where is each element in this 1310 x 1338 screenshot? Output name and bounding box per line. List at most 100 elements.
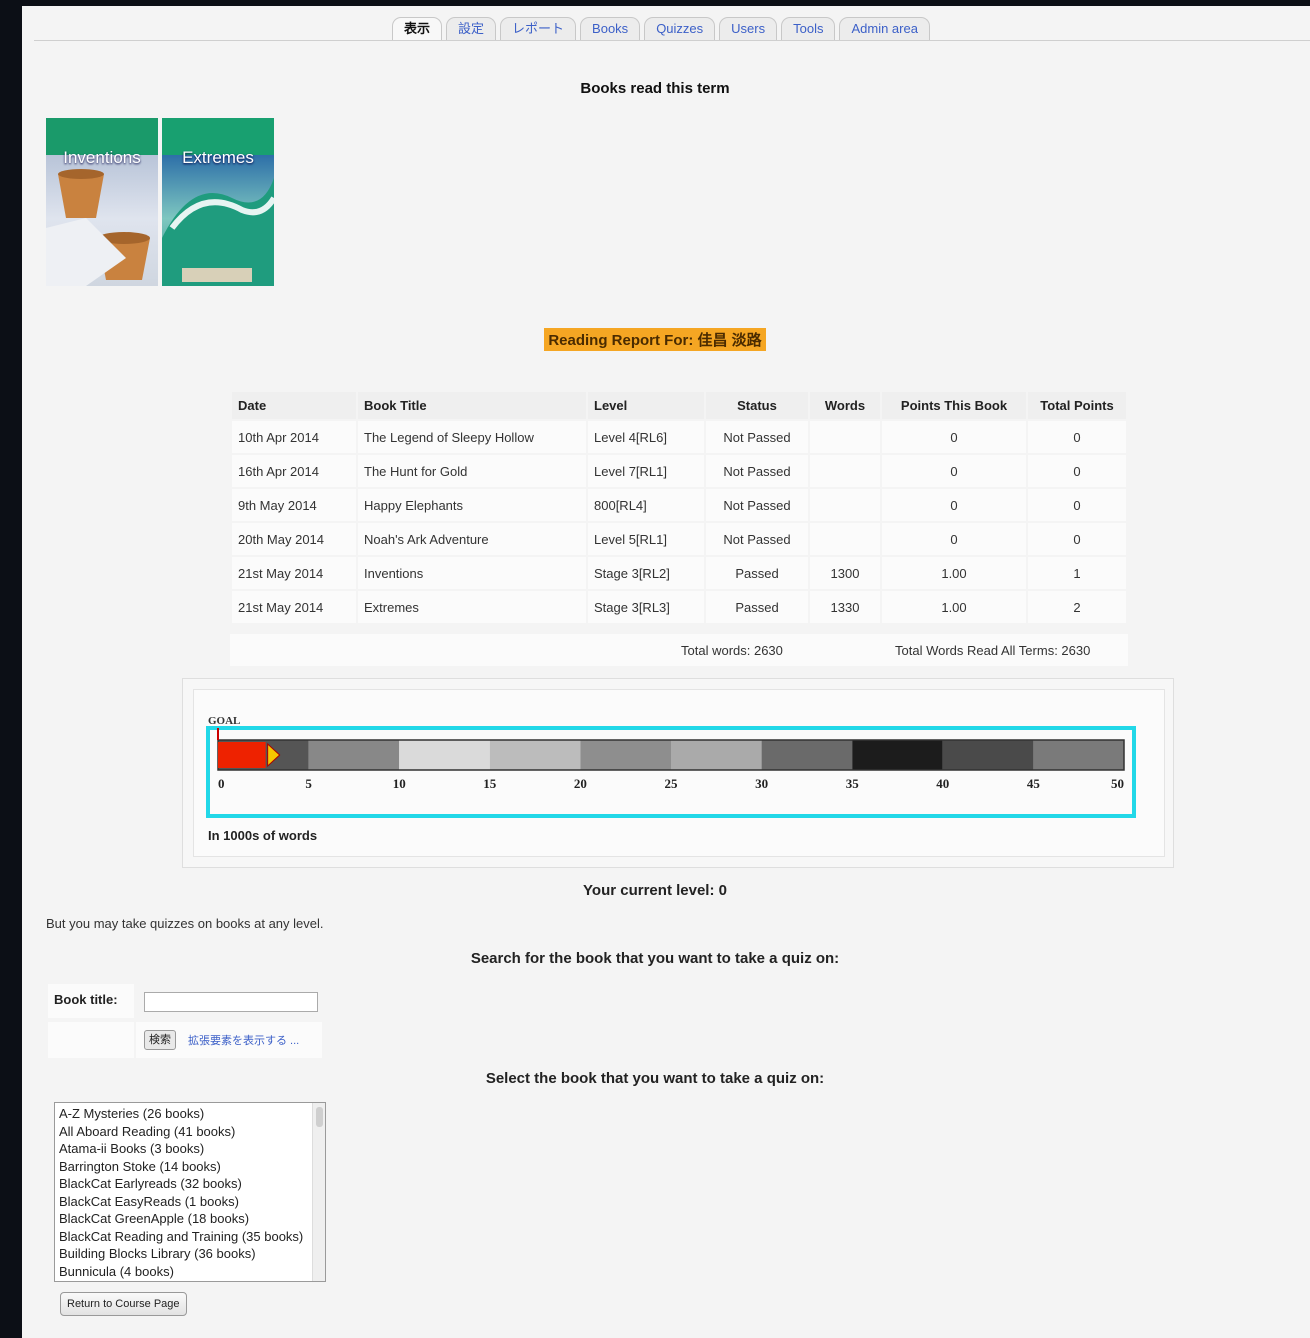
table-cell <box>810 489 880 521</box>
table-cell: 1300 <box>810 557 880 589</box>
cover-title: Extremes <box>182 148 254 167</box>
col-date: Date <box>232 392 356 419</box>
table-cell: Stage 3[RL3] <box>588 591 704 623</box>
totals-row: Total words: 2630 Total Words Read All T… <box>230 634 1128 666</box>
table-cell: Not Passed <box>706 523 808 555</box>
table-cell: Not Passed <box>706 421 808 453</box>
total-words: Total words: 2630 <box>681 643 783 658</box>
table-row: 21st May 2014 Extremes Stage 3[RL3] Passed 1… <box>232 591 1126 623</box>
search-heading: Search for the book that you want to tak… <box>470 950 840 967</box>
search-button[interactable]: 検索 <box>144 1030 176 1050</box>
table-row: 20th May 2014 Noah's Ark Adventure Level 5… <box>232 523 1126 555</box>
table-cell: Not Passed <box>706 455 808 487</box>
list-item[interactable]: All Aboard Reading (41 books) <box>59 1123 321 1141</box>
reading-report-table: Date Book Title Level Status Words Point… <box>230 390 1128 625</box>
table-cell: 21st May 2014 <box>232 591 356 623</box>
list-item[interactable]: BlackCat Earlyreads (32 books) <box>59 1175 321 1193</box>
table-cell: 0 <box>882 421 1026 453</box>
tab-divider <box>34 40 1310 41</box>
progress-segment <box>942 740 1034 770</box>
tick-label: 25 <box>665 776 679 791</box>
list-item[interactable]: Barrington Stoke (14 books) <box>59 1158 321 1176</box>
table-cell: Level 7[RL1] <box>588 455 704 487</box>
progress-segment <box>580 740 671 770</box>
words-progress-bar: GOAL 0 5 10 15 20 25 30 35 40 45 50 <box>206 715 1136 818</box>
table-cell: Stage 3[RL2] <box>588 557 704 589</box>
col-words: Words <box>810 392 880 419</box>
table-cell: 16th Apr 2014 <box>232 455 356 487</box>
table-cell: 1330 <box>810 591 880 623</box>
table-cell: 20th May 2014 <box>232 523 356 555</box>
book-cover-extremes[interactable]: Extremes <box>162 118 274 286</box>
flower-pot-image <box>46 169 150 286</box>
select-heading: Select the book that you want to take a … <box>485 1070 825 1087</box>
list-item[interactable]: BlackCat GreenApple (18 books) <box>59 1210 321 1228</box>
progress-unit-label: In 1000s of words <box>208 828 318 843</box>
progress-chart-panel: GOAL 0 5 10 15 20 25 30 35 40 45 50 In 1000s of wor… <box>182 678 1174 868</box>
tab-settings[interactable]: 設定 <box>446 17 497 40</box>
return-to-course-button[interactable]: Return to Course Page <box>60 1292 187 1316</box>
table-header-row: Date Book Title Level Status Words Point… <box>232 392 1126 419</box>
table-cell: 1.00 <box>882 591 1026 623</box>
list-item[interactable]: BlackCat Reading and Training (35 books) <box>59 1228 321 1246</box>
progress-segment <box>761 740 853 770</box>
table-row: 16th Apr 2014 The Hunt for Gold Level 7[RL… <box>232 455 1126 487</box>
tick-label: 10 <box>393 776 406 791</box>
tab-books[interactable]: Books <box>580 17 641 40</box>
list-item[interactable]: A-Z Mysteries (26 books) <box>59 1105 321 1123</box>
tick-label: 35 <box>846 776 860 791</box>
table-cell: Noah's Ark Adventure <box>358 523 586 555</box>
table-cell: Happy Elephants <box>358 489 586 521</box>
table-cell: 0 <box>882 523 1026 555</box>
table-cell <box>810 523 880 555</box>
table-cell: 0 <box>1028 421 1126 453</box>
table-row: 10th Apr 2014 The Legend of Sleepy Hollow… <box>232 421 1126 453</box>
tab-tools[interactable]: Tools <box>781 17 836 40</box>
book-cover-inventions[interactable]: Inventions <box>46 118 158 286</box>
book-search-form: Book title: 検索 拡張要素を表示する ... <box>48 984 322 1060</box>
tab-quizzes[interactable]: Quizzes <box>644 17 716 40</box>
tick-label: 40 <box>936 776 949 791</box>
form-spacer <box>48 1022 134 1058</box>
tick-label: 45 <box>1027 776 1041 791</box>
report-heading: Reading Report For: 佳昌 淡路 <box>544 328 766 351</box>
table-cell: Not Passed <box>706 489 808 521</box>
table-cell: 0 <box>1028 489 1126 521</box>
list-item[interactable]: BlackCat EasyReads (1 books) <box>59 1193 321 1211</box>
book-title-input[interactable] <box>144 992 318 1012</box>
table-cell: The Hunt for Gold <box>358 455 586 487</box>
tab-bar: 表示 設定 レポート Books Quizzes Users Tools Adm… <box>392 14 930 40</box>
level-note: But you may take quizzes on books at any… <box>46 916 324 931</box>
col-level: Level <box>588 392 704 419</box>
table-cell: 21st May 2014 <box>232 557 356 589</box>
listbox-scrollbar[interactable] <box>312 1103 325 1281</box>
books-read-title: Books read this term <box>580 80 730 97</box>
progress-segment <box>1033 740 1124 770</box>
table-cell: 800[RL4] <box>588 489 704 521</box>
goal-label: GOAL <box>208 715 240 727</box>
progress-segment <box>852 740 943 770</box>
cover-title: Inventions <box>63 148 141 167</box>
table-cell: 9th May 2014 <box>232 489 356 521</box>
list-item[interactable]: Bunnicula (4 books) <box>59 1263 321 1281</box>
table-cell: 0 <box>1028 455 1126 487</box>
advanced-search-link[interactable]: 拡張要素を表示する ... <box>188 1032 299 1048</box>
tab-report[interactable]: レポート <box>500 17 577 40</box>
table-cell: 0 <box>882 455 1026 487</box>
table-cell: Level 4[RL6] <box>588 421 704 453</box>
tick-label: 50 <box>1111 776 1124 791</box>
list-item[interactable]: Atama-ii Books (3 books) <box>59 1140 321 1158</box>
wave-image <box>162 178 274 286</box>
tab-admin-area[interactable]: Admin area <box>839 17 930 40</box>
progress-chart-inner: GOAL 0 5 10 15 20 25 30 35 40 45 50 In 1000s of wor… <box>193 689 1165 857</box>
col-status: Status <box>706 392 808 419</box>
tab-view[interactable]: 表示 <box>392 17 443 40</box>
book-series-listbox[interactable]: A-Z Mysteries (26 books) All Aboard Readi… <box>54 1102 326 1282</box>
table-cell: Passed <box>706 557 808 589</box>
table-cell: Passed <box>706 591 808 623</box>
tick-label: 15 <box>483 776 497 791</box>
progress-segment <box>308 740 400 770</box>
scroll-thumb[interactable] <box>316 1107 323 1127</box>
tab-users[interactable]: Users <box>719 17 778 40</box>
list-item[interactable]: Building Blocks Library (36 books) <box>59 1245 321 1263</box>
